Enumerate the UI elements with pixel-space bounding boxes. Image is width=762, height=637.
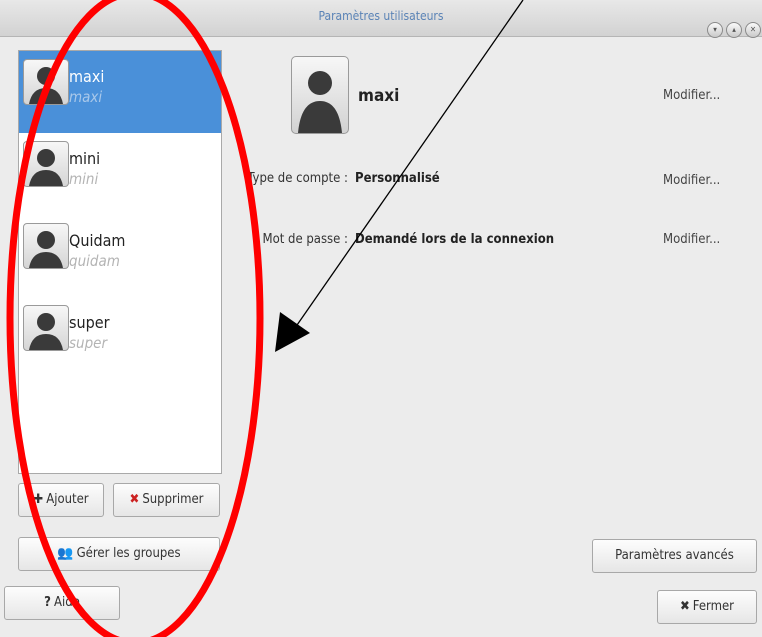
add-label: Ajouter: [46, 492, 89, 507]
close-label: Fermer: [692, 599, 734, 614]
maximize-button[interactable]: ▴: [726, 22, 742, 38]
window-titlebar: Paramètres utilisateurs ▾ ▴ ✕: [0, 0, 762, 38]
avatar-icon: [23, 141, 69, 187]
user-list-item[interactable]: maxi maxi: [19, 51, 221, 133]
add-user-button[interactable]: ✚ Ajouter: [18, 483, 104, 517]
window-title: Paramètres utilisateurs: [318, 9, 444, 23]
manage-groups-button[interactable]: 👥 Gérer les groupes: [18, 537, 220, 571]
password-label: Mot de passe :: [262, 232, 348, 247]
selected-user-avatar-icon[interactable]: [291, 56, 349, 134]
user-name: mini: [69, 149, 101, 168]
close-window-button[interactable]: ✕: [745, 22, 761, 38]
avatar-icon: [23, 59, 69, 105]
annotation-arrow-line: [287, 0, 524, 339]
account-type-value: Personnalisé: [355, 171, 440, 186]
user-login: maxi: [69, 88, 103, 106]
user-name: Quidam: [69, 231, 126, 250]
group-icon: 👥: [57, 546, 74, 561]
advanced-label: Paramètres avancés: [615, 548, 734, 563]
minimize-button[interactable]: ▾: [707, 22, 723, 38]
user-name: super: [69, 313, 110, 332]
modify-name-link[interactable]: Modifier...: [663, 88, 720, 103]
password-value: Demandé lors de la connexion: [355, 232, 555, 247]
annotation-arrowhead-icon: [275, 312, 310, 352]
advanced-settings-button[interactable]: Paramètres avancés: [592, 539, 757, 573]
close-button[interactable]: ✖ Fermer: [657, 590, 757, 624]
help-icon: ?: [44, 595, 51, 610]
groups-label: Gérer les groupes: [76, 546, 181, 561]
help-button[interactable]: ? Aide: [4, 586, 120, 620]
help-label: Aide: [53, 595, 80, 610]
user-list[interactable]: maxi maxi mini mini Quidam quidam super …: [18, 50, 222, 474]
modify-password-link[interactable]: Modifier...: [663, 232, 720, 247]
account-type-label: Type de compte :: [247, 171, 348, 186]
plus-icon: ✚: [33, 492, 44, 507]
avatar-icon: [23, 223, 69, 269]
close-icon: ✕: [749, 25, 757, 34]
user-name: maxi: [69, 67, 105, 86]
remove-label: Supprimer: [142, 492, 204, 507]
user-login: super: [69, 334, 108, 352]
user-list-item[interactable]: super super: [19, 297, 221, 379]
maximize-icon: ▴: [732, 25, 736, 34]
remove-icon: ✖: [129, 492, 140, 507]
user-list-item[interactable]: mini mini: [19, 133, 221, 215]
remove-user-button[interactable]: ✖ Supprimer: [113, 483, 220, 517]
modify-account-type-link[interactable]: Modifier...: [663, 173, 720, 188]
user-login: quidam: [69, 252, 120, 270]
selected-user-name: maxi: [358, 86, 400, 106]
user-list-item[interactable]: Quidam quidam: [19, 215, 221, 297]
minimize-icon: ▾: [713, 25, 717, 34]
user-login: mini: [69, 170, 99, 188]
avatar-icon: [23, 305, 69, 351]
close-x-icon: ✖: [679, 599, 690, 614]
